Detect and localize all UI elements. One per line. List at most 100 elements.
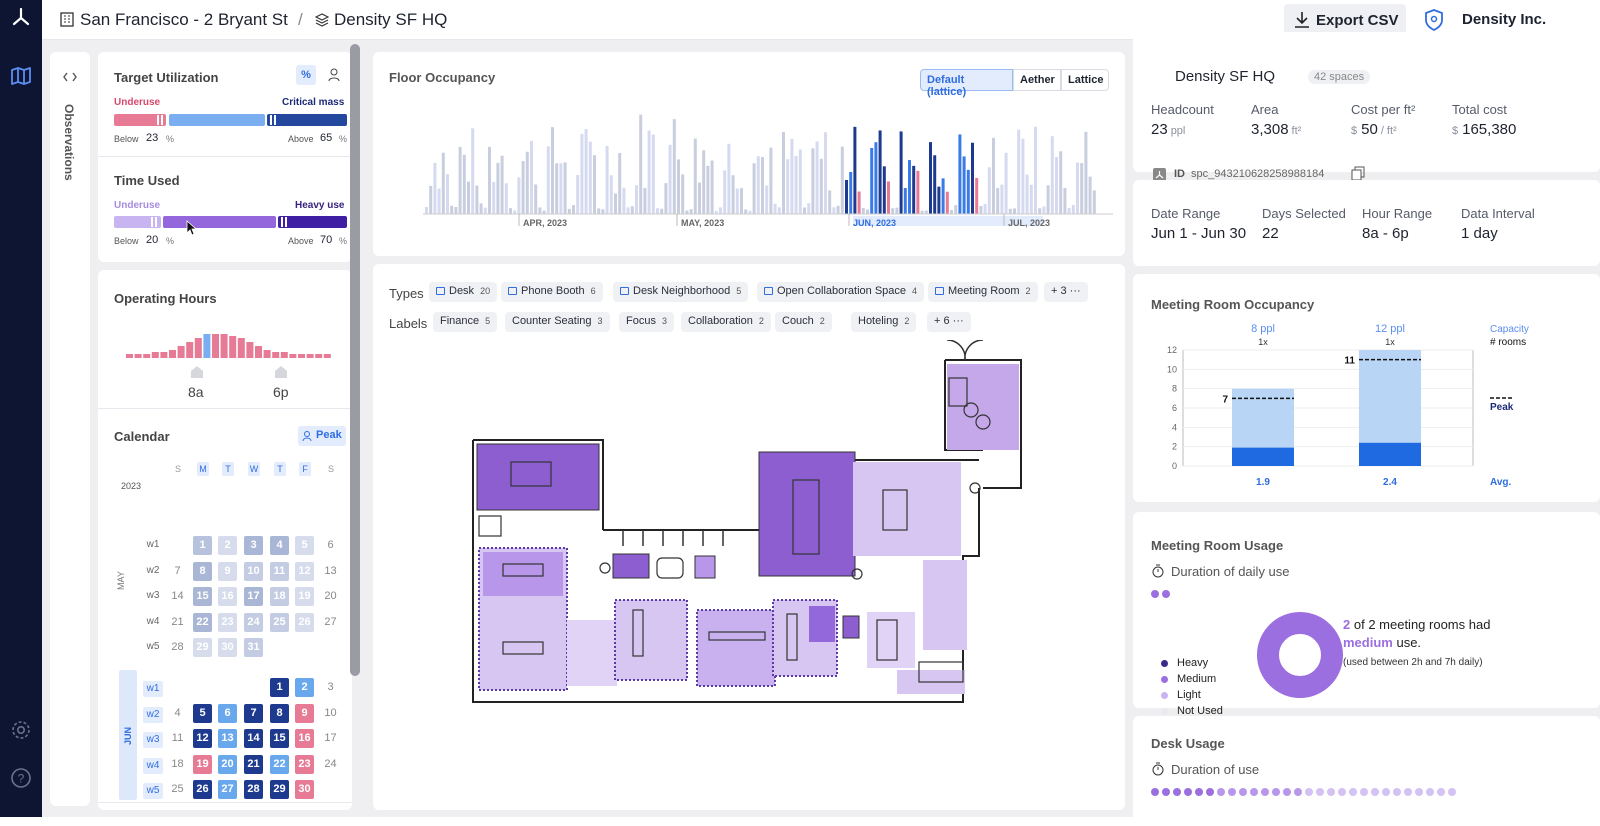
calendar-day[interactable]: 29 — [193, 638, 212, 658]
calendar-day[interactable]: 23 — [295, 754, 314, 774]
calendar-day[interactable]: 13 — [218, 729, 237, 749]
calendar-day[interactable]: 8 — [270, 703, 289, 723]
calendar-day[interactable]: 11 — [168, 729, 187, 748]
calendar-day[interactable]: 1 — [270, 678, 289, 697]
calendar-day[interactable]: 24 — [244, 612, 263, 632]
calendar-day[interactable]: 9 — [218, 561, 237, 581]
calendar-day[interactable]: 14 — [244, 729, 263, 749]
calendar-day[interactable]: 5 — [295, 536, 314, 555]
week-label[interactable]: w3 — [143, 732, 163, 749]
percent-toggle[interactable]: % — [296, 65, 316, 85]
more-types-chip[interactable]: + 3 ··· — [1044, 282, 1088, 302]
calendar-day[interactable]: 26 — [193, 780, 212, 800]
calendar-day[interactable]: 12 — [295, 561, 314, 581]
meeting-occupancy-chart[interactable]: 12 10 8 6 4 2 0 7 8 ppl 1x 1.9 11 12 ppl 1x 2.4 Capacit… — [1143, 318, 1593, 498]
calendar-day[interactable]: 7 — [244, 703, 263, 723]
observations-panel-toggle[interactable]: Observations — [50, 52, 90, 806]
calendar-day[interactable]: 23 — [218, 612, 237, 632]
visualization-tab[interactable]: Default (lattice) — [920, 69, 1013, 98]
left-panel-scrollbar[interactable] — [350, 44, 360, 676]
people-toggle-icon[interactable] — [328, 67, 344, 83]
calendar-day[interactable]: 10 — [244, 561, 263, 581]
label-filter-chip[interactable]: Focus 3 — [619, 312, 674, 332]
calendar-day[interactable]: 19 — [193, 754, 212, 774]
calendar-day[interactable]: 15 — [270, 729, 289, 749]
calendar-day[interactable]: 10 — [321, 704, 340, 723]
week-label[interactable]: w2 — [143, 706, 163, 723]
calendar-day[interactable]: 13 — [321, 562, 340, 581]
week-label[interactable]: w1 — [143, 681, 163, 697]
calendar-day[interactable]: 18 — [168, 755, 187, 774]
calendar-day[interactable]: 28 — [168, 638, 187, 657]
week-label[interactable]: w5 — [143, 783, 163, 800]
label-filter-chip[interactable]: Finance 5 — [433, 312, 498, 332]
calendar-day[interactable]: 30 — [218, 638, 237, 658]
calendar-day[interactable]: 4 — [168, 704, 187, 723]
calendar-day[interactable]: 7 — [168, 562, 187, 581]
calendar-day[interactable]: 9 — [295, 703, 314, 723]
calendar-day[interactable]: 19 — [295, 587, 314, 607]
critical-handle[interactable] — [270, 115, 276, 125]
breadcrumb-location[interactable]: San Francisco - 2 Bryant St — [80, 10, 288, 30]
time-heavy-handle[interactable] — [281, 217, 287, 227]
calendar-day[interactable]: 22 — [270, 754, 289, 774]
start-hour-handle-icon[interactable] — [190, 365, 204, 379]
week-label[interactable]: w5 — [143, 641, 163, 652]
calendar-day[interactable]: 11 — [270, 561, 289, 581]
calendar-day[interactable]: 24 — [321, 755, 340, 774]
type-filter-chip[interactable]: Desk 20 — [429, 282, 498, 302]
meeting-usage-donut[interactable] — [1255, 610, 1345, 700]
peak-toggle-button[interactable]: Peak — [298, 426, 346, 446]
calendar-day[interactable]: 20 — [218, 754, 237, 774]
calendar-day[interactable]: 16 — [295, 729, 314, 749]
settings-icon[interactable] — [9, 718, 33, 742]
calendar-day[interactable]: 3 — [244, 536, 263, 555]
label-filter-chip[interactable]: Couch 2 — [775, 312, 832, 332]
breadcrumb-space[interactable]: Density SF HQ — [334, 10, 447, 30]
density-logo-icon[interactable] — [9, 6, 33, 30]
time-underuse-handle[interactable] — [151, 217, 157, 227]
floor-plan-map[interactable] — [463, 340, 1043, 708]
calendar-day[interactable]: 17 — [321, 729, 340, 748]
operating-hours-histogram[interactable] — [126, 330, 336, 360]
week-label[interactable]: w2 — [143, 565, 163, 576]
type-filter-chip[interactable]: Meeting Room 2 — [928, 282, 1038, 302]
calendar-day[interactable]: 12 — [193, 729, 212, 749]
week-label[interactable]: w4 — [143, 757, 163, 774]
calendar-day[interactable]: 6 — [321, 536, 340, 555]
calendar-day[interactable]: 14 — [168, 587, 187, 606]
type-filter-chip[interactable]: Desk Neighborhood 5 — [613, 282, 749, 302]
type-filter-chip[interactable]: Open Collaboration Space 4 — [757, 282, 925, 302]
calendar-day[interactable]: 18 — [270, 587, 289, 607]
week-label[interactable]: w4 — [143, 616, 163, 627]
calendar-day[interactable]: 17 — [244, 587, 263, 607]
calendar-day[interactable]: 15 — [193, 587, 212, 607]
calendar-day[interactable]: 28 — [244, 780, 263, 800]
calendar-day[interactable]: 26 — [295, 612, 314, 632]
floor-occupancy-chart[interactable]: APR, 2023 MAY, 2023 JUN, 2023 JUL, 2023 — [423, 114, 1113, 244]
calendar-day[interactable]: 8 — [193, 561, 212, 581]
help-icon[interactable]: ? — [9, 766, 33, 790]
underuse-handle[interactable] — [157, 115, 163, 125]
calendar-day[interactable]: 1 — [193, 536, 212, 555]
label-filter-chip[interactable]: Collaboration 2 — [681, 312, 771, 332]
week-label[interactable]: w3 — [143, 590, 163, 601]
label-filter-chip[interactable]: Hoteling 2 — [851, 312, 917, 332]
more-labels-chip[interactable]: + 6 ··· — [927, 312, 971, 332]
visualization-tab[interactable]: Lattice — [1061, 69, 1109, 91]
label-filter-chip[interactable]: Counter Seating 3 — [505, 312, 610, 332]
calendar-day[interactable]: 29 — [270, 780, 289, 800]
calendar-day[interactable]: 30 — [295, 780, 314, 800]
calendar-day[interactable]: 25 — [168, 780, 187, 799]
calendar-day[interactable]: 21 — [244, 754, 263, 774]
calendar-day[interactable]: 21 — [168, 613, 187, 632]
calendar-day[interactable]: 2 — [218, 536, 237, 555]
week-label[interactable]: w1 — [143, 539, 163, 550]
map-icon[interactable] — [9, 64, 33, 88]
calendar-day[interactable]: 20 — [321, 587, 340, 606]
copy-icon[interactable] — [1351, 166, 1365, 181]
calendar-day[interactable]: 16 — [218, 587, 237, 607]
calendar-day[interactable]: 2 — [295, 678, 314, 697]
calendar-day[interactable]: 4 — [270, 536, 289, 555]
calendar-day[interactable]: 27 — [321, 613, 340, 632]
